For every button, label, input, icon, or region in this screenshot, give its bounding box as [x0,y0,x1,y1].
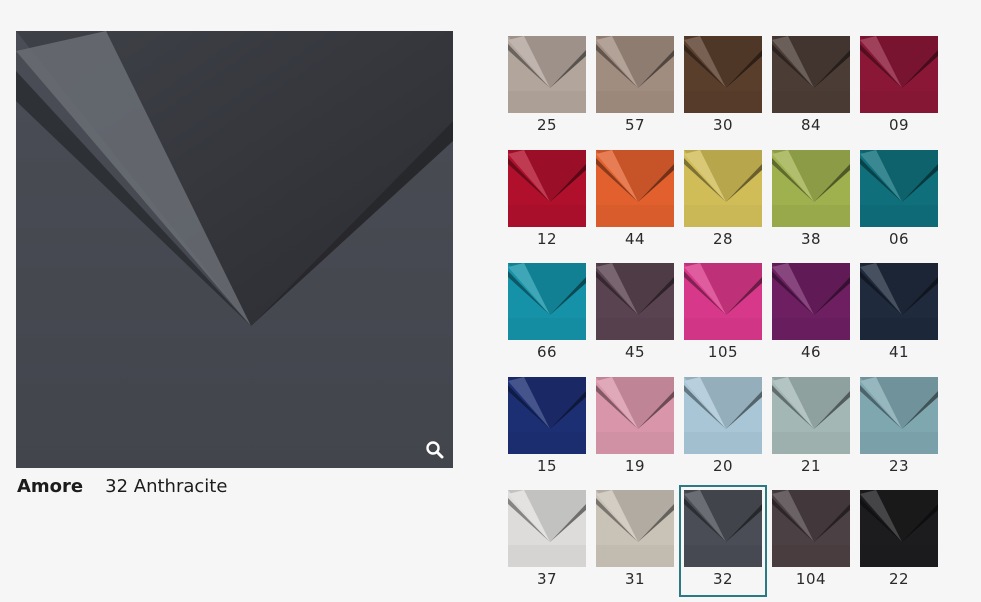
swatch-32[interactable]: 32 [684,490,762,595]
swatch-label: 23 [888,457,910,475]
swatch-105[interactable]: 105 [684,263,762,368]
fabric-preview-graphic [16,31,453,468]
swatch-21[interactable]: 21 [772,377,850,482]
swatch-label: 15 [536,457,558,475]
selected-fabric-caption: Amore 32 Anthracite [17,476,227,497]
swatch-label: 28 [712,230,734,248]
swatch-image [684,36,762,113]
swatch-label: 32 [712,570,734,588]
swatch-image [772,36,850,113]
swatch-image [508,377,586,454]
swatch-label: 06 [888,230,910,248]
swatch-label: 30 [712,116,734,134]
swatch-label: 22 [888,570,910,588]
swatch-12[interactable]: 12 [508,150,586,255]
swatch-image [684,490,762,567]
variant-name: 32 Anthracite [105,476,228,497]
swatch-label: 44 [624,230,646,248]
swatch-image [596,377,674,454]
swatch-label: 19 [624,457,646,475]
swatch-label: 41 [888,343,910,361]
swatch-57[interactable]: 57 [596,36,674,141]
swatch-label: 46 [800,343,822,361]
swatch-23[interactable]: 23 [860,377,938,482]
swatch-37[interactable]: 37 [508,490,586,595]
swatch-46[interactable]: 46 [772,263,850,368]
swatch-28[interactable]: 28 [684,150,762,255]
swatch-label: 25 [536,116,558,134]
swatch-image [684,377,762,454]
swatch-06[interactable]: 06 [860,150,938,255]
swatch-84[interactable]: 84 [772,36,850,141]
swatch-image [860,150,938,227]
swatch-image [860,377,938,454]
swatch-20[interactable]: 20 [684,377,762,482]
swatch-44[interactable]: 44 [596,150,674,255]
swatch-label: 21 [800,457,822,475]
swatch-31[interactable]: 31 [596,490,674,595]
swatch-image [684,150,762,227]
swatch-label: 105 [707,343,739,361]
swatch-image [596,263,674,340]
swatch-45[interactable]: 45 [596,263,674,368]
swatch-image [772,263,850,340]
swatch-19[interactable]: 19 [596,377,674,482]
swatch-image [508,263,586,340]
swatch-label: 09 [888,116,910,134]
swatch-22[interactable]: 22 [860,490,938,595]
swatch-image [860,263,938,340]
swatch-image [596,490,674,567]
swatch-41[interactable]: 41 [860,263,938,368]
swatch-66[interactable]: 66 [508,263,586,368]
swatch-09[interactable]: 09 [860,36,938,141]
swatch-image [508,150,586,227]
magnifier-icon[interactable] [425,440,445,460]
fabric-preview-image[interactable] [16,31,453,468]
swatch-image [772,377,850,454]
swatch-label: 37 [536,570,558,588]
swatch-104[interactable]: 104 [772,490,850,595]
swatch-label: 104 [795,570,827,588]
swatch-image [772,150,850,227]
swatch-image [772,490,850,567]
swatch-label: 84 [800,116,822,134]
swatch-label: 31 [624,570,646,588]
swatch-label: 20 [712,457,734,475]
swatch-image [860,490,938,567]
swatch-label: 66 [536,343,558,361]
swatch-image [508,490,586,567]
collection-name: Amore [17,476,84,497]
swatch-30[interactable]: 30 [684,36,762,141]
swatch-25[interactable]: 25 [508,36,586,141]
swatch-image [596,36,674,113]
swatch-image [508,36,586,113]
swatch-label: 57 [624,116,646,134]
swatch-image [684,263,762,340]
swatch-label: 38 [800,230,822,248]
swatch-image [596,150,674,227]
swatch-label: 45 [624,343,646,361]
swatch-38[interactable]: 38 [772,150,850,255]
swatch-15[interactable]: 15 [508,377,586,482]
swatch-image [860,36,938,113]
swatch-label: 12 [536,230,558,248]
